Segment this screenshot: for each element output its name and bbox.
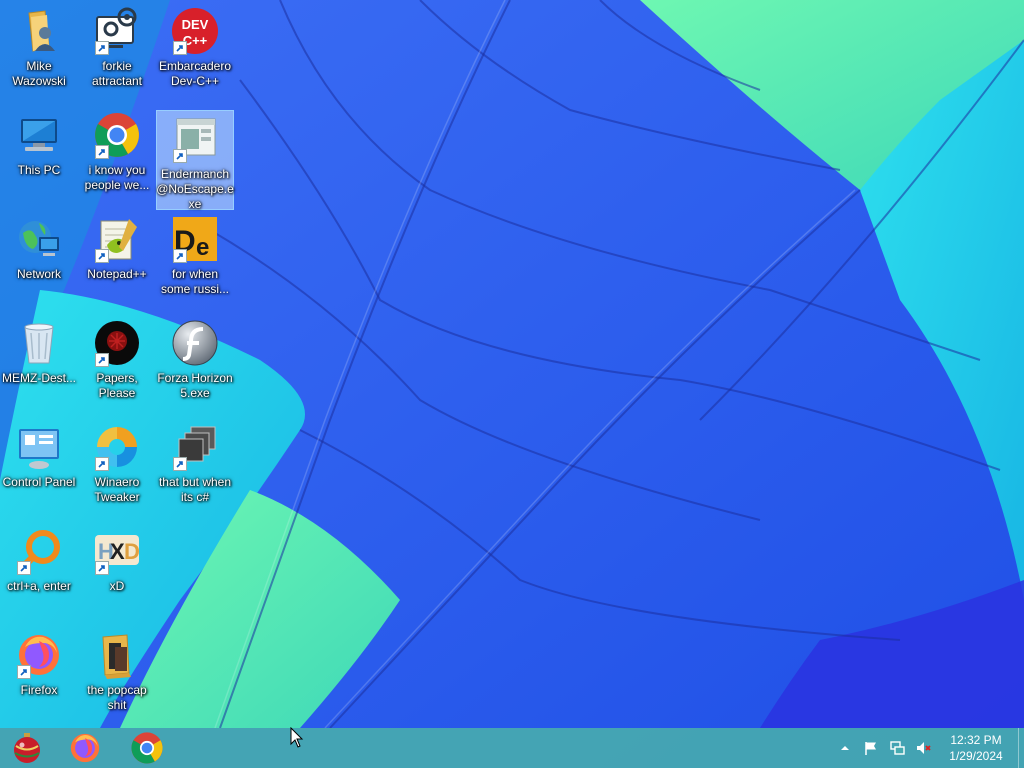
icon-label: Network xyxy=(16,267,61,281)
shortcut-arrow-icon xyxy=(17,665,31,679)
recycle-bin-icon xyxy=(24,323,54,364)
svg-text:DEV: DEV xyxy=(182,17,209,32)
desktop-icon-memz-dest[interactable]: MEMZ-Dest... xyxy=(0,314,78,414)
flag-icon[interactable] xyxy=(861,738,881,758)
icon-label: MEMZ-Dest... xyxy=(2,371,76,385)
desktop-icon-i-know-you-people[interactable]: i know you people we... xyxy=(78,106,156,206)
desktop-icon-for-when-some-russi[interactable]: D e for when some russi... xyxy=(156,210,234,310)
shortcut-arrow-icon xyxy=(173,149,187,163)
computer-icon xyxy=(21,119,57,151)
icon-label: Forza Horizon 5.exe xyxy=(157,371,233,400)
icon-label: Endermanch @NoEscape.exe xyxy=(156,167,234,211)
desktop-icon-forkie-attractant[interactable]: forkie attractant xyxy=(78,2,156,102)
network-icon[interactable] xyxy=(887,738,907,758)
folder-user-icon xyxy=(28,10,55,52)
shortcut-arrow-icon xyxy=(173,457,187,471)
shortcut-arrow-icon xyxy=(95,145,109,159)
svg-text:X: X xyxy=(110,539,125,564)
clock-time: 12:32 PM xyxy=(950,733,1002,747)
shortcut-arrow-icon xyxy=(95,457,109,471)
system-tray: 12:32 PM 1/29/2024 xyxy=(832,728,1024,768)
desktop-icon-network[interactable]: Network xyxy=(0,210,78,310)
desktop-icon-forza-horizon-5[interactable]: Forza Horizon 5.exe xyxy=(156,314,234,414)
shortcut-arrow-icon xyxy=(95,353,109,367)
desktop-icon-control-panel[interactable]: Control Panel xyxy=(0,418,78,518)
desktop-icon-papers-please[interactable]: Papers, Please xyxy=(78,314,156,414)
taskbar-clock[interactable]: 12:32 PM 1/29/2024 xyxy=(940,732,1012,764)
clock-date: 1/29/2024 xyxy=(949,749,1003,763)
chevron-up-icon[interactable] xyxy=(835,738,855,758)
folder-media-icon xyxy=(102,634,131,679)
desktop-icon-xd[interactable]: H X D xD xyxy=(78,522,156,622)
desktop-icon-firefox[interactable]: Firefox xyxy=(0,626,78,726)
flash-icon xyxy=(172,320,218,366)
show-desktop-button[interactable] xyxy=(1018,728,1024,768)
shortcut-arrow-icon xyxy=(95,249,109,263)
icon-label: Mike Wazowski xyxy=(12,59,66,88)
network-globe-icon xyxy=(19,221,59,256)
icon-label: i know you people we... xyxy=(84,163,150,192)
desktop-icon-the-popcap-shit[interactable]: the popcap shit xyxy=(78,626,156,726)
firefox-icon xyxy=(70,733,100,763)
shortcut-arrow-icon xyxy=(95,561,109,575)
icon-label: Papers, Please xyxy=(96,371,138,400)
chrome-icon xyxy=(131,732,163,764)
shortcut-arrow-icon xyxy=(17,561,31,575)
svg-text:e: e xyxy=(196,234,209,261)
icon-label: that but when its c# xyxy=(158,475,232,504)
desktop-icon-mike-wazowski[interactable]: Mike Wazowski xyxy=(0,2,78,102)
desktop-icon-embarcadero-dev-cpp[interactable]: DEV C++ Embarcadero Dev-C++ xyxy=(156,2,234,102)
svg-text:D: D xyxy=(124,539,140,564)
shortcut-arrow-icon xyxy=(173,41,187,55)
icon-label: xD xyxy=(109,579,125,593)
speaker-muted-icon[interactable] xyxy=(913,738,933,758)
icon-label: the popcap shit xyxy=(87,683,147,712)
shortcut-arrow-icon xyxy=(173,249,187,263)
taskbar: 12:32 PM 1/29/2024 xyxy=(0,728,1024,768)
ornament-start-icon xyxy=(14,733,40,763)
icon-label: Control Panel xyxy=(2,475,76,489)
icon-label: ctrl+a, enter xyxy=(7,579,71,593)
desktop-icon-notepad-plus-plus[interactable]: Notepad++ xyxy=(78,210,156,310)
control-panel-icon xyxy=(19,429,59,469)
desktop-icon-this-pc[interactable]: This PC xyxy=(0,106,78,206)
desktop-icon-ctrl-a-enter[interactable]: ctrl+a, enter xyxy=(0,522,78,622)
desktop-icon-that-but-when-its-cs[interactable]: that but when its c# xyxy=(156,418,234,518)
icon-label: for when some russi... xyxy=(160,267,229,296)
shortcut-arrow-icon xyxy=(95,41,109,55)
taskbar-app-firefox[interactable] xyxy=(58,730,112,766)
icon-label: This PC xyxy=(17,163,61,177)
desktop-icon-endermanch-noescape[interactable]: Endermanch @NoEscape.exe xyxy=(156,110,234,211)
icon-label: Firefox xyxy=(20,683,58,697)
icon-label: forkie attractant xyxy=(91,59,143,88)
icon-label: Embarcadero Dev-C++ xyxy=(158,59,232,88)
desktop: Mike Wazowski This PC Network MEMZ-Dest.… xyxy=(0,0,1024,728)
start-button[interactable] xyxy=(0,730,54,766)
taskbar-app-chrome[interactable] xyxy=(120,730,174,766)
mouse-cursor-icon xyxy=(290,727,304,748)
desktop-icon-winaero-tweaker[interactable]: Winaero Tweaker xyxy=(78,418,156,518)
icon-label: Winaero Tweaker xyxy=(94,475,140,504)
icon-label: Notepad++ xyxy=(87,267,147,281)
